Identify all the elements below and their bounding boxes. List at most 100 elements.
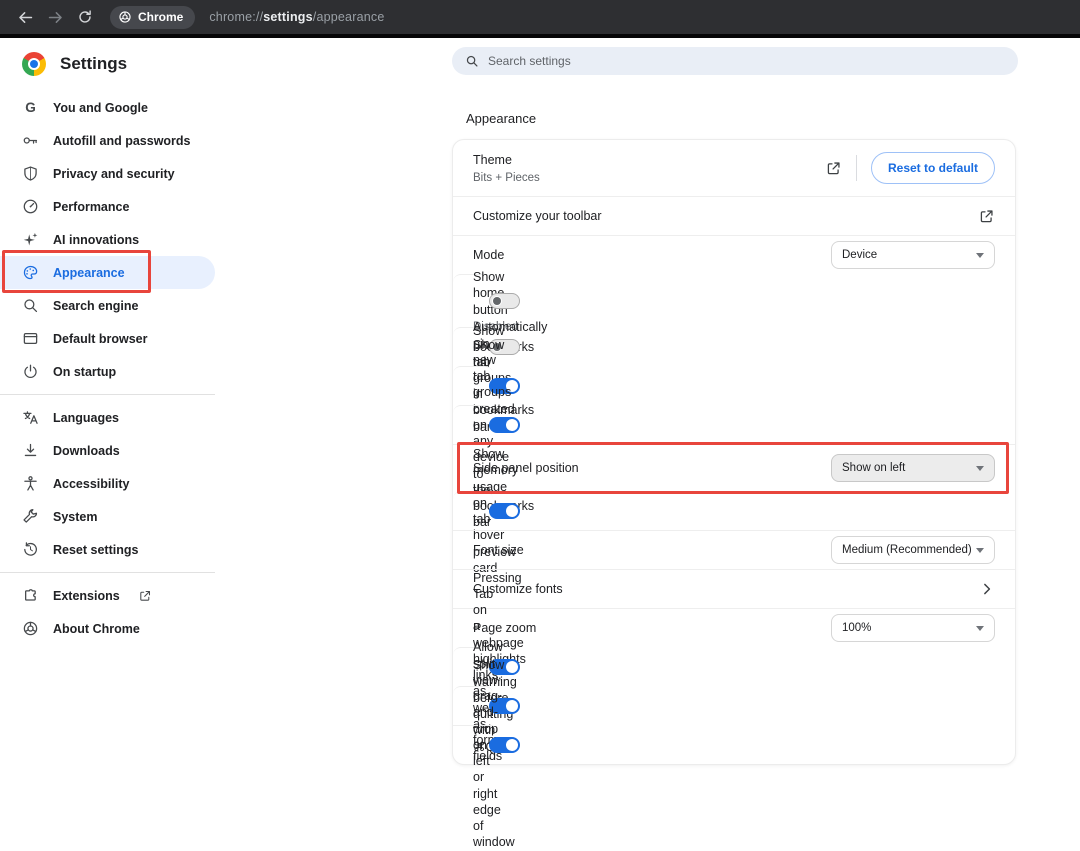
google-g-icon: G	[22, 99, 39, 116]
wrench-icon	[22, 508, 39, 525]
url-scheme: chrome://	[209, 10, 263, 24]
row-control-group	[489, 503, 520, 519]
sidebar-item-ai-innovations[interactable]: AI innovations	[0, 223, 215, 256]
toggle-knob	[506, 700, 518, 712]
dropdown-value: Show on left	[842, 462, 905, 474]
chevron-right-icon[interactable]	[979, 581, 995, 597]
row-label: Customize your toolbar	[473, 208, 962, 224]
sidebar-item-performance[interactable]: Performance	[0, 190, 215, 223]
chrome-site-badge[interactable]: Chrome	[110, 6, 195, 29]
browser-icon	[22, 330, 39, 347]
sidebar-divider	[0, 394, 215, 395]
row-label-group: Mode	[473, 247, 815, 263]
sidebar-item-on-startup[interactable]: On startup	[0, 355, 215, 388]
sidebar-item-default-browser[interactable]: Default browser	[0, 322, 215, 355]
sidebar-item-privacy-and-security[interactable]: Privacy and security	[0, 157, 215, 190]
power-icon	[22, 363, 39, 380]
url-highlight: settings	[263, 10, 313, 24]
row-control-group: 100%	[831, 614, 995, 642]
chrome-logo-icon	[22, 52, 46, 76]
shield-icon	[22, 165, 39, 182]
row-label-group: Page zoom	[473, 620, 815, 636]
url-bar[interactable]: chrome://settings/appearance	[209, 10, 384, 24]
row-label-group: Customize fonts	[473, 581, 963, 597]
reset-to-default-button[interactable]: Reset to default	[871, 152, 995, 184]
dropdown-value: Medium (Recommended)	[842, 544, 972, 556]
settings-row-automatically-pin-new-tab-groups-created-o: Automatically pin new tab groups created…	[453, 405, 493, 444]
allow-split-view-drag-and-drop-on-left-or--toggle[interactable]	[489, 737, 520, 753]
chrome-icon	[22, 620, 39, 637]
sidebar-header: Settings	[0, 38, 232, 91]
search-icon	[22, 297, 39, 314]
open-customize-your-toolbar-icon[interactable]	[978, 208, 995, 225]
dropdown-value: 100%	[842, 622, 871, 634]
row-label: Customize fonts	[473, 581, 963, 597]
section-title: Appearance	[466, 111, 1018, 126]
row-control-group: Reset to default	[825, 152, 995, 184]
toggle-knob	[492, 296, 502, 306]
sidebar-item-search-engine[interactable]: Search engine	[0, 289, 215, 322]
toggle-knob	[506, 661, 518, 673]
row-label-group: ThemeBits + Pieces	[473, 152, 809, 183]
page-zoom-dropdown[interactable]: 100%	[831, 614, 995, 642]
show-memory-usage-on-tab-hover-preview-car-toggle[interactable]	[489, 503, 520, 519]
accessibility-icon	[22, 475, 39, 492]
row-control-group: Show on left	[831, 454, 995, 482]
sidebar-item-accessibility[interactable]: Accessibility	[0, 467, 215, 500]
svg-text:G: G	[25, 100, 36, 115]
sparkle-icon	[22, 231, 39, 248]
row-control-group	[978, 208, 995, 225]
settings-row-customize-fonts[interactable]: Customize fonts	[453, 569, 1015, 608]
sidebar-item-appearance[interactable]: Appearance	[0, 256, 215, 289]
sidebar-item-label: AI innovations	[53, 233, 139, 247]
row-label: Font size	[473, 542, 815, 558]
sidebar-item-extensions[interactable]: Extensions	[0, 579, 215, 612]
appearance-settings-card: ThemeBits + Pieces Reset to default Custom…	[452, 139, 1016, 765]
reload-icon[interactable]	[70, 2, 100, 32]
settings-row-side-panel-position: Side panel positionShow on left	[453, 444, 1015, 491]
sidebar-item-languages[interactable]: Languages	[0, 401, 215, 434]
badge-label: Chrome	[138, 10, 183, 24]
row-label-group: Customize your toolbar	[473, 208, 962, 224]
sidebar-item-system[interactable]: System	[0, 500, 215, 533]
browser-toolbar: Chrome chrome://settings/appearance	[0, 0, 1080, 38]
row-label-group: Font size	[473, 542, 815, 558]
sidebar-item-label: Privacy and security	[53, 167, 175, 181]
search-input[interactable]	[488, 54, 1005, 68]
toggle-knob	[506, 505, 518, 517]
sidebar-item-label: Languages	[53, 411, 119, 425]
speedometer-icon	[22, 198, 39, 215]
open-theme-icon[interactable]	[825, 160, 842, 177]
row-label: Theme	[473, 152, 809, 168]
sidebar-item-about-chrome[interactable]: About Chrome	[0, 612, 215, 645]
row-label: Page zoom	[473, 620, 815, 636]
caret-down-icon	[976, 626, 984, 631]
back-icon[interactable]	[10, 2, 40, 32]
forward-icon[interactable]	[40, 2, 70, 32]
font-size-dropdown[interactable]: Medium (Recommended)	[831, 536, 995, 564]
sidebar-item-label: System	[53, 510, 97, 524]
page-title: Settings	[60, 54, 127, 74]
sidebar-item-label: Extensions	[53, 589, 120, 603]
row-control-group	[489, 417, 520, 433]
toggle-knob	[506, 739, 518, 751]
row-control-group	[489, 293, 520, 309]
dropdown-value: Device	[842, 249, 877, 261]
sidebar-item-autofill-and-passwords[interactable]: Autofill and passwords	[0, 124, 215, 157]
sidebar-item-label: Downloads	[53, 444, 120, 458]
mode-dropdown[interactable]: Device	[831, 241, 995, 269]
side-panel-position-dropdown[interactable]: Show on left	[831, 454, 995, 482]
settings-row-customize-your-toolbar: Customize your toolbar	[453, 196, 1015, 235]
search-settings-bar[interactable]	[452, 47, 1018, 75]
sidebar-item-label: Default browser	[53, 332, 147, 346]
settings-row-allow-split-view-drag-and-drop-on-left-or-: Allow split view drag-and-drop on left o…	[453, 725, 493, 764]
sidebar-item-downloads[interactable]: Downloads	[0, 434, 215, 467]
puzzle-icon	[22, 587, 39, 604]
sidebar-item-reset-settings[interactable]: Reset settings	[0, 533, 215, 566]
sidebar-item-label: Accessibility	[53, 477, 129, 491]
caret-down-icon	[976, 548, 984, 553]
show-home-button-toggle[interactable]	[489, 293, 520, 309]
automatically-pin-new-tab-groups-created-o-toggle[interactable]	[489, 417, 520, 433]
sidebar-item-you-and-google[interactable]: GYou and Google	[0, 91, 215, 124]
sidebar-item-label: On startup	[53, 365, 116, 379]
